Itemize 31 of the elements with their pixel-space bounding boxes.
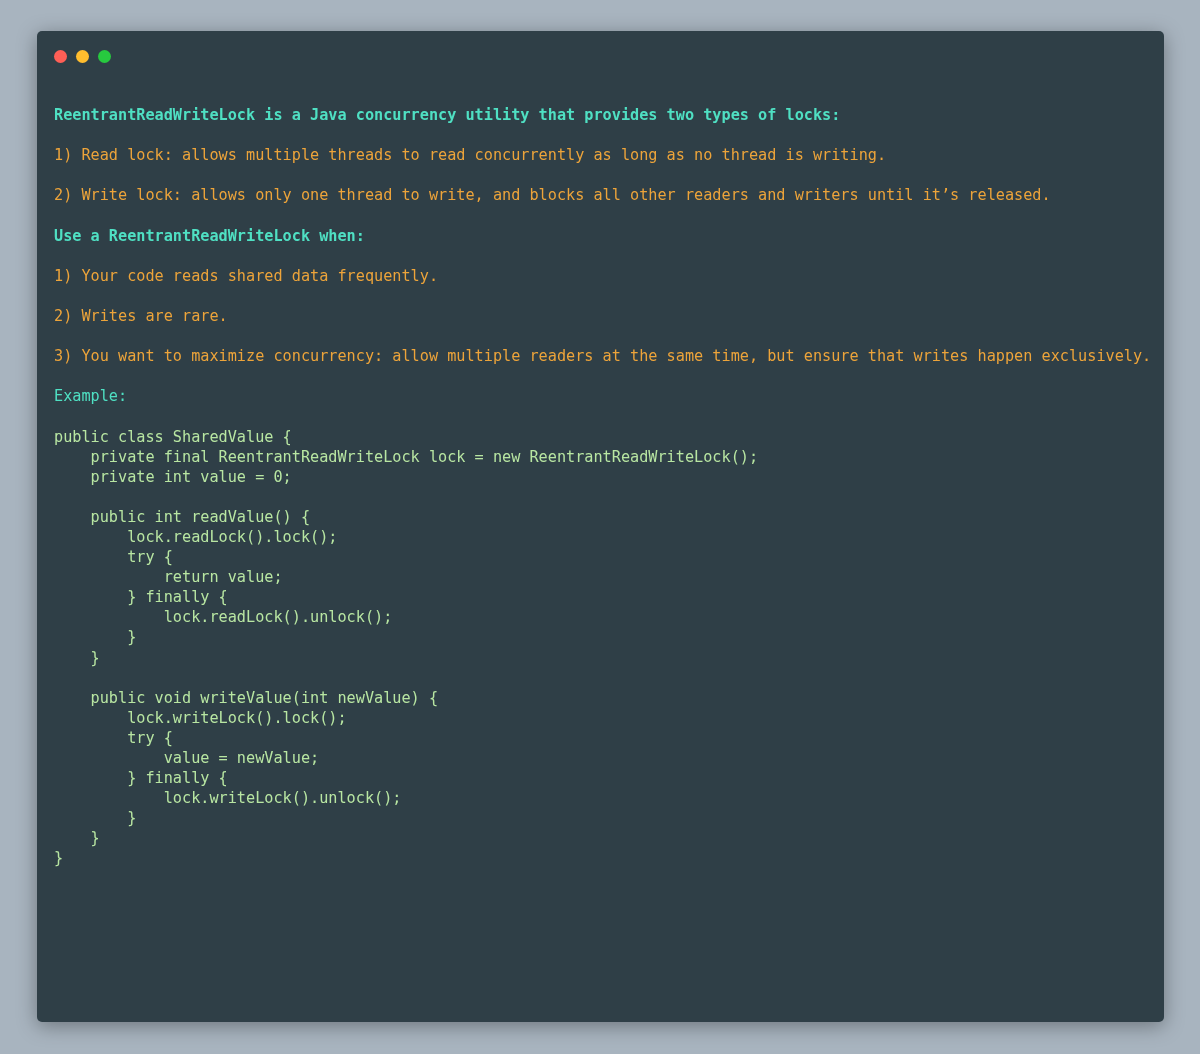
example-label: Example: <box>54 386 129 407</box>
code-line: try { <box>126 727 174 748</box>
code-line: try { <box>126 547 174 568</box>
code-line: return value; <box>162 567 284 588</box>
code-line: } finally { <box>126 587 229 608</box>
list-item-text: 1) Your code reads shared data frequently. <box>54 265 439 286</box>
window-button[interactable] <box>54 50 67 63</box>
window-button[interactable] <box>98 50 111 63</box>
code-line: public int readValue() { <box>89 506 312 527</box>
code-line: lock.readLock().unlock(); <box>162 607 394 628</box>
heading-text: ReentrantReadWriteLock is a Java concurrency utility that provides two types of locks: <box>54 105 841 126</box>
code-line: lock.writeLock().unlock(); <box>162 788 403 809</box>
code-line: } <box>126 808 138 829</box>
list-item-text: 2) Write lock: allows only one thread to write, and blocks all other readers and writers until it’s released. <box>54 185 1051 206</box>
code-line: lock.readLock().lock(); <box>126 526 339 548</box>
code-line: value = newValue; <box>162 748 321 769</box>
list-item-text: 2) Writes are rare. <box>54 305 228 327</box>
code-line: public void writeValue(int newValue) { <box>89 687 440 708</box>
code-line: } <box>54 848 65 869</box>
code-line: public class SharedValue { <box>54 426 293 447</box>
code-line: } <box>126 627 138 648</box>
code-line: lock.writeLock().lock(); <box>126 707 348 728</box>
code-line: private final ReentrantReadWriteLock lock = new ReentrantReadWriteLock(); <box>89 446 760 467</box>
window-button[interactable] <box>76 50 89 63</box>
heading-text: Use a ReentrantReadWriteLock when: <box>54 225 365 246</box>
code-line: } <box>89 828 101 849</box>
list-item-text: 3) You want to maximize concurrency: allow multiple readers at the same time, but ensure that writes happen exclusively. <box>54 346 1152 367</box>
code-line: } <box>89 647 101 668</box>
code-line: } finally { <box>126 768 229 789</box>
list-item-text: 1) Read lock: allows multiple threads to read concurrently as long as no thread is writing. <box>54 145 887 166</box>
code-line: private int value = 0; <box>89 466 293 487</box>
